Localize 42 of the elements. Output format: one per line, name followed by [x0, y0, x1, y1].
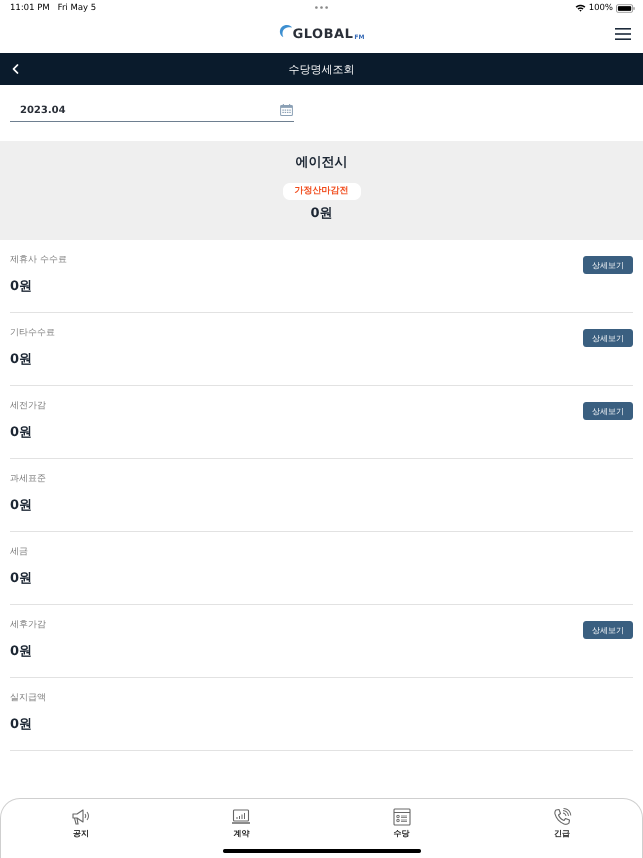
item-label: 실지급액	[10, 692, 46, 704]
summary-amount: 0원	[310, 205, 333, 223]
multitasking-dots-icon[interactable]	[315, 6, 328, 9]
detail-button[interactable]: 상세보기	[583, 621, 633, 639]
item-amount: 0원	[10, 278, 32, 296]
item-label: 세금	[10, 546, 28, 558]
logo-swoosh-icon	[278, 24, 293, 38]
tab-item[interactable]: 공지	[1, 799, 162, 843]
status-time: 11:01 PM	[10, 3, 50, 13]
item-label: 기타수수료	[10, 327, 55, 339]
page-title: 수당명세조회	[288, 62, 354, 76]
item-label: 제휴사 수수료	[10, 254, 67, 266]
calendar-icon[interactable]	[280, 104, 293, 116]
laptop-chart-icon	[231, 808, 252, 826]
detail-button[interactable]: 상세보기	[583, 402, 633, 420]
menu-icon[interactable]	[615, 28, 631, 40]
item-label: 세후가감	[10, 619, 46, 631]
wifi-icon	[574, 4, 586, 12]
logo-text: GLOBAL	[292, 28, 354, 40]
list-document-icon	[392, 808, 412, 826]
phone-icon	[552, 808, 572, 826]
detail-button[interactable]: 상세보기	[583, 329, 633, 347]
status-badge: 가정산마감전	[282, 183, 360, 200]
megaphone-icon	[71, 808, 92, 826]
item-amount: 0원	[10, 570, 32, 588]
battery-percent: 100%	[588, 3, 613, 13]
item-label: 과세표준	[10, 473, 46, 485]
back-icon[interactable]	[12, 64, 19, 74]
battery-icon	[616, 4, 635, 12]
item-amount: 0원	[10, 643, 32, 661]
item-amount: 0원	[10, 351, 32, 369]
month-field[interactable]: 2023.04	[10, 101, 294, 122]
item-label: 세전가감	[10, 400, 46, 412]
detail-button[interactable]: 상세보기	[583, 256, 633, 274]
item-amount: 0원	[10, 424, 32, 442]
summary-title: 에이전시	[296, 154, 348, 172]
item-amount: 0원	[10, 497, 32, 515]
item-amount: 0원	[10, 716, 32, 734]
tab-item[interactable]: 계약	[161, 799, 322, 843]
tab-item[interactable]: 수당	[322, 799, 482, 843]
status-date: Fri May 5	[58, 3, 96, 13]
tab-item[interactable]: 긴급	[482, 799, 642, 843]
